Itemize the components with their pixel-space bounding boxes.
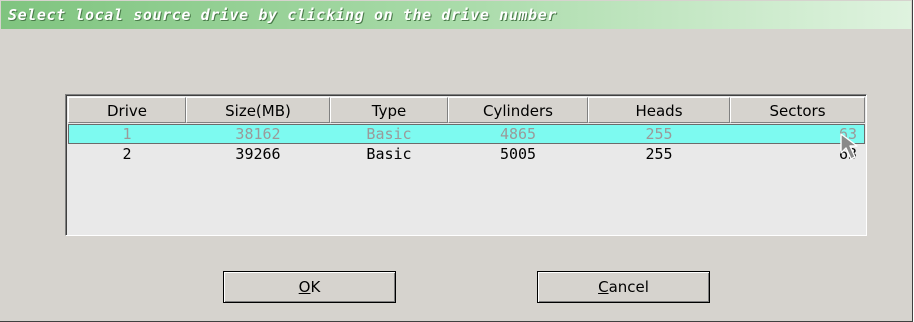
column-header-size[interactable]: Size(MB) [186,97,330,123]
column-header-drive[interactable]: Drive [68,97,186,123]
dialog-title: Select local source drive by clicking on… [1,1,911,29]
column-header-type[interactable]: Type [330,97,448,123]
table-header: Drive Size(MB) Type Cylinders Heads Sect… [68,97,865,123]
ok-mnemonic: O [298,278,311,296]
ok-label: K [310,278,321,296]
drive-table: Drive Size(MB) Type Cylinders Heads Sect… [65,94,867,236]
cell-size: 39266 [235,145,281,163]
column-header-heads[interactable]: Heads [588,97,730,123]
column-header-cylinders[interactable]: Cylinders [448,97,588,123]
cell-drive[interactable]: 2 [68,144,186,164]
cell-heads: 255 [645,125,673,143]
cell-type: Basic [366,145,412,163]
cell-drive[interactable]: 1 [68,124,186,144]
ok-button[interactable]: OK [223,271,396,303]
cell-size: 38162 [235,125,281,143]
cancel-mnemonic: C [598,278,609,296]
cell-cylinders: 5005 [499,145,537,163]
cell-heads: 255 [645,145,673,163]
cell-cylinders: 4865 [499,125,537,143]
column-header-sectors[interactable]: Sectors [730,97,865,123]
table-row-drive-1[interactable]: 1 38162 Basic 4865 255 63 [68,124,865,144]
arrow-cursor-icon [840,133,858,160]
cancel-label: ancel [608,278,649,296]
table-row-drive-2[interactable]: 2 39266 Basic 5005 255 63 [68,144,865,164]
cancel-button[interactable]: Cancel [537,271,710,303]
cell-type: Basic [366,125,412,143]
select-drive-dialog: Select local source drive by clicking on… [0,0,913,322]
